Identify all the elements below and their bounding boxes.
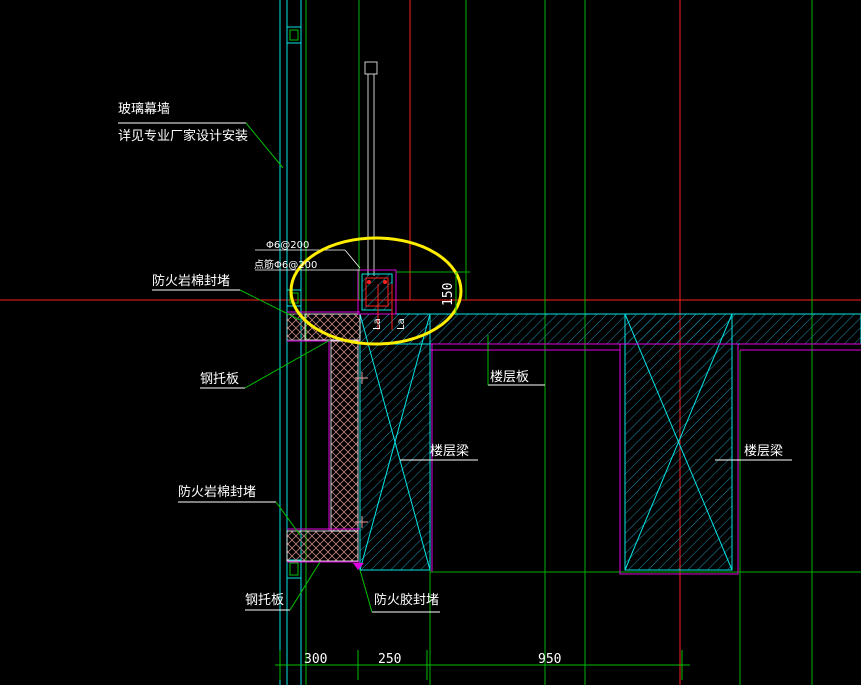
fire-rockwool-top-label: 防火岩棉封堵 [152, 273, 230, 289]
rebar-label-bottom: 点筋Φ6@200 [254, 258, 317, 271]
fire-rockwool-bottom-label: 防火岩棉封堵 [178, 484, 256, 500]
dimension-950: 950 [538, 652, 561, 667]
fire-rockwool-top [286, 311, 361, 342]
anchor-rod [364, 61, 378, 276]
la-label-1: La [372, 318, 383, 330]
curtain-wall-label-2: 详见专业厂家设计安装 [118, 128, 248, 144]
curtain-wall-label-1: 玻璃幕墙 [118, 102, 170, 117]
floor-beam-right [619, 313, 739, 575]
floor-slab [359, 313, 861, 351]
la-label-2: La [396, 318, 407, 330]
steel-plate-bottom-label: 钢托板 [245, 593, 284, 608]
floor-beam-left [359, 313, 433, 572]
dimension-250: 250 [378, 652, 401, 667]
vertical-fire-board [328, 340, 359, 532]
fire-rockwool-bottom [286, 528, 360, 563]
steel-plate-top-label: 钢托板 [200, 372, 239, 387]
construction-detail-drawing: 玻璃幕墙 详见专业厂家设计安装 Φ6@200 点筋Φ6@200 防火岩棉封堵 钢… [0, 0, 861, 685]
dimension-300: 300 [304, 652, 327, 667]
curtain-wall-mullion [279, 0, 307, 685]
floor-slab-label: 楼层板 [490, 370, 529, 385]
dimension-150: 150 [441, 283, 456, 306]
floor-beam-left-label: 楼层梁 [430, 444, 469, 459]
rebar-label-top: Φ6@200 [266, 240, 309, 251]
floor-beam-right-label: 楼层梁 [744, 444, 783, 459]
fire-sealant-label: 防火胶封堵 [374, 592, 439, 608]
